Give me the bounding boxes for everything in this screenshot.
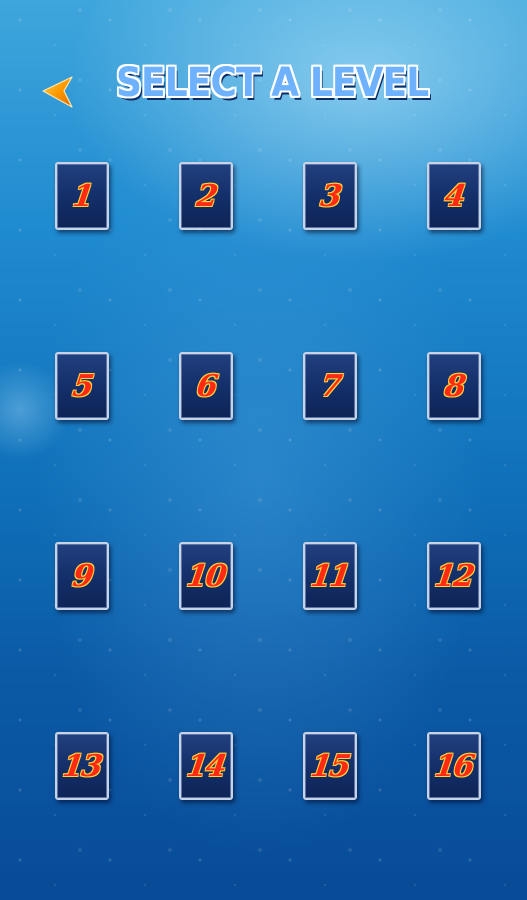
level-button-10[interactable]: 10 xyxy=(179,542,233,610)
level-number: 16 xyxy=(432,748,476,784)
level-button-9[interactable]: 9 xyxy=(55,542,109,610)
level-number: 4 xyxy=(442,178,466,214)
level-button-1[interactable]: 1 xyxy=(55,162,109,230)
back-arrow-icon xyxy=(42,76,73,108)
level-number: 13 xyxy=(60,748,104,784)
level-number: 11 xyxy=(308,558,352,594)
level-grid: 1 2 3 4 5 6 7 8 9 10 11 12 13 14 15 16 xyxy=(55,162,482,800)
level-number: 15 xyxy=(308,748,352,784)
level-button-6[interactable]: 6 xyxy=(179,352,233,420)
level-number: 14 xyxy=(184,748,228,784)
level-button-7[interactable]: 7 xyxy=(303,352,357,420)
level-button-4[interactable]: 4 xyxy=(427,162,481,230)
level-number: 6 xyxy=(194,368,218,404)
level-button-2[interactable]: 2 xyxy=(179,162,233,230)
page-title: SELECT A LEVEL xyxy=(116,60,429,106)
level-button-11[interactable]: 11 xyxy=(303,542,357,610)
level-button-16[interactable]: 16 xyxy=(427,732,481,800)
level-button-8[interactable]: 8 xyxy=(427,352,481,420)
level-number: 10 xyxy=(184,558,228,594)
level-number: 2 xyxy=(194,178,218,214)
level-number: 7 xyxy=(318,368,342,404)
level-number: 1 xyxy=(70,178,94,214)
level-button-3[interactable]: 3 xyxy=(303,162,357,230)
level-number: 3 xyxy=(318,178,342,214)
level-number: 8 xyxy=(442,368,466,404)
level-button-15[interactable]: 15 xyxy=(303,732,357,800)
level-number: 5 xyxy=(70,368,94,404)
back-button[interactable] xyxy=(40,74,76,110)
level-number: 9 xyxy=(70,558,94,594)
level-button-12[interactable]: 12 xyxy=(427,542,481,610)
level-number: 12 xyxy=(432,558,476,594)
level-button-13[interactable]: 13 xyxy=(55,732,109,800)
header: SELECT A LEVEL xyxy=(0,56,527,126)
level-button-14[interactable]: 14 xyxy=(179,732,233,800)
level-button-5[interactable]: 5 xyxy=(55,352,109,420)
